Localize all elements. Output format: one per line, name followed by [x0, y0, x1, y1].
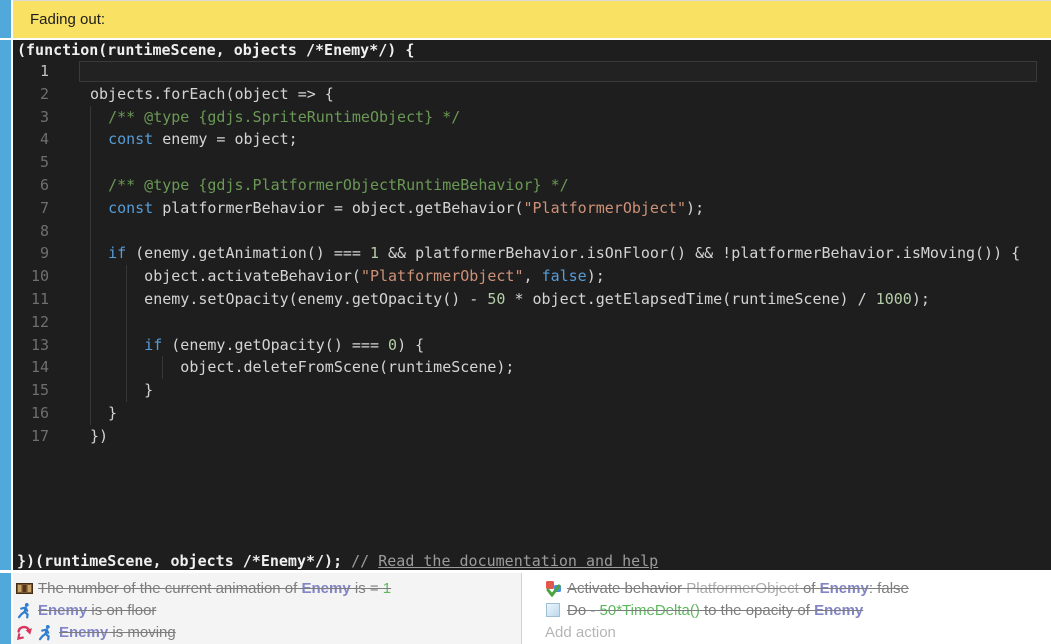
condition-text: Enemy is on floor	[38, 602, 156, 619]
line-number: 14	[13, 356, 49, 379]
platformer-character-icon	[37, 624, 54, 641]
code-line-text: })	[49, 425, 108, 448]
code-line[interactable]: 17})	[13, 425, 1051, 448]
line-number: 1	[13, 60, 49, 83]
code-line-text: object.activateBehavior("PlatformerObjec…	[49, 265, 605, 288]
event-selection-strip	[0, 40, 11, 570]
code-line[interactable]: 9 if (enemy.getAnimation() === 1 && plat…	[13, 242, 1051, 265]
code-footer-comment-prefix: //	[351, 552, 378, 570]
action-text: Activate behavior PlatformerObject of En…	[567, 580, 909, 597]
line-number: 17	[13, 425, 49, 448]
indent-guide	[126, 311, 127, 334]
code-line[interactable]: 3 /** @type {gdjs.SpriteRuntimeObject} *…	[13, 106, 1051, 129]
code-line-text: const platformerBehavior = object.getBeh…	[49, 197, 704, 220]
code-line-text: }	[49, 379, 153, 402]
code-line-text: const enemy = object;	[49, 128, 298, 151]
animation-frame-icon	[16, 580, 33, 597]
line-number: 12	[13, 311, 49, 334]
line-number: 3	[13, 106, 49, 129]
code-header-line: (function(runtimeScene, objects /*Enemy*…	[13, 40, 1051, 60]
line-number: 2	[13, 83, 49, 106]
code-line[interactable]: 6 /** @type {gdjs.PlatformerObjectRuntim…	[13, 174, 1051, 197]
code-editor[interactable]: 12objects.forEach(object => {3 /** @type…	[13, 60, 1051, 448]
code-line[interactable]: 7 const platformerBehavior = object.getB…	[13, 197, 1051, 220]
code-line[interactable]: 15 }	[13, 379, 1051, 402]
action-text: Do - 50*TimeDelta() to the opacity of En…	[567, 602, 863, 619]
code-line[interactable]: 16 }	[13, 402, 1051, 425]
line-number: 4	[13, 128, 49, 151]
code-line-text: /** @type {gdjs.SpriteRuntimeObject} */	[49, 106, 460, 129]
code-line-text	[49, 60, 90, 83]
condition-row[interactable]: Enemy is moving	[16, 621, 521, 643]
add-action-button[interactable]: Add action	[545, 621, 1051, 643]
code-line-text	[49, 311, 90, 334]
code-line-text: enemy.setOpacity(enemy.getOpacity() - 50…	[49, 288, 930, 311]
code-line[interactable]: 1	[13, 60, 1051, 83]
code-line[interactable]: 11 enemy.setOpacity(enemy.getOpacity() -…	[13, 288, 1051, 311]
line-number: 15	[13, 379, 49, 402]
line-number: 11	[13, 288, 49, 311]
condition-text: The number of the current animation of E…	[38, 580, 391, 597]
indent-guide	[90, 151, 91, 174]
line-number: 9	[13, 242, 49, 265]
condition-row[interactable]: The number of the current animation of E…	[16, 577, 521, 599]
code-line[interactable]: 13 if (enemy.getOpacity() === 0) {	[13, 334, 1051, 357]
code-line-text: if (enemy.getAnimation() === 1 && platfo…	[49, 242, 1020, 265]
code-line[interactable]: 5	[13, 151, 1051, 174]
code-footer-code: })(runtimeScene, objects /*Enemy*/);	[17, 552, 351, 570]
line-number: 10	[13, 265, 49, 288]
condition-row[interactable]: Enemy is on floor	[16, 599, 521, 621]
standard-event[interactable]: The number of the current animation of E…	[0, 573, 1051, 644]
current-line-highlight	[79, 61, 1037, 82]
indent-guide	[90, 220, 91, 243]
code-line[interactable]: 8	[13, 220, 1051, 243]
comment-text: Fading out:	[30, 11, 105, 28]
code-line-text: object.deleteFromScene(runtimeScene);	[49, 356, 514, 379]
code-line[interactable]: 4 const enemy = object;	[13, 128, 1051, 151]
code-line-text: if (enemy.getOpacity() === 0) {	[49, 334, 424, 357]
platformer-character-icon	[16, 602, 33, 619]
action-row[interactable]: Activate behavior PlatformerObject of En…	[545, 577, 1051, 599]
behavior-icon	[545, 580, 562, 597]
line-number: 13	[13, 334, 49, 357]
line-number: 8	[13, 220, 49, 243]
opacity-icon	[545, 602, 562, 619]
invert-condition-icon	[16, 624, 33, 641]
code-line[interactable]: 14 object.deleteFromScene(runtimeScene);	[13, 356, 1051, 379]
actions-column: Activate behavior PlatformerObject of En…	[522, 573, 1051, 644]
code-line-text: /** @type {gdjs.PlatformerObjectRuntimeB…	[49, 174, 569, 197]
line-number: 7	[13, 197, 49, 220]
action-row[interactable]: Do - 50*TimeDelta() to the opacity of En…	[545, 599, 1051, 621]
code-line-text	[49, 151, 90, 174]
code-line-text: objects.forEach(object => {	[49, 83, 334, 106]
line-number: 16	[13, 402, 49, 425]
comment-event[interactable]: Fading out:	[0, 0, 1051, 38]
code-line-text	[49, 220, 90, 243]
code-line-text: }	[49, 402, 117, 425]
condition-text: Enemy is moving	[59, 624, 176, 641]
code-footer-line: })(runtimeScene, objects /*Enemy*/); // …	[13, 552, 1051, 570]
code-line[interactable]: 2objects.forEach(object => {	[13, 83, 1051, 106]
code-line[interactable]: 10 object.activateBehavior("PlatformerOb…	[13, 265, 1051, 288]
js-code-event[interactable]: (function(runtimeScene, objects /*Enemy*…	[0, 40, 1051, 570]
code-line[interactable]: 12	[13, 311, 1051, 334]
event-selection-strip	[0, 0, 11, 38]
line-number: 5	[13, 151, 49, 174]
indent-guide	[90, 311, 91, 334]
conditions-column: The number of the current animation of E…	[13, 573, 521, 644]
line-number: 6	[13, 174, 49, 197]
documentation-link[interactable]: Read the documentation and help	[378, 552, 658, 570]
event-selection-strip	[0, 573, 11, 644]
editor-empty-area[interactable]	[13, 448, 1051, 552]
